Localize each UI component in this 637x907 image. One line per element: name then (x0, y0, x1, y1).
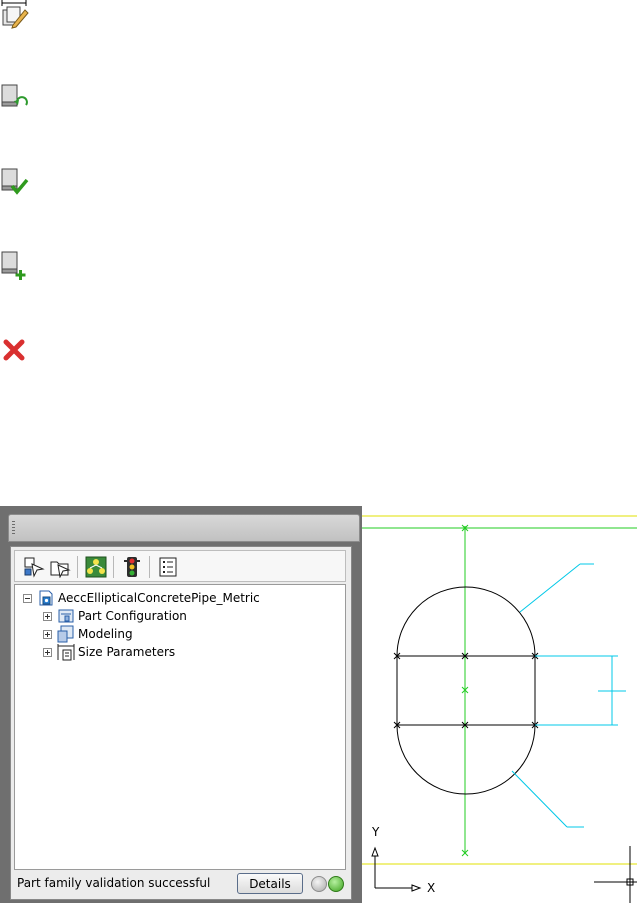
traffic-light-icon[interactable] (121, 556, 143, 578)
icon-legend (0, 0, 60, 380)
modeling-icon (57, 625, 74, 643)
status-light-green (328, 876, 344, 892)
new-part-icon[interactable] (23, 556, 45, 578)
part-builder-panel: AeccEllipticalConcretePipe_Metric Part C… (0, 506, 362, 903)
list-icon[interactable] (157, 556, 179, 578)
details-button[interactable]: Details (237, 873, 303, 894)
drag-grip[interactable] (12, 521, 15, 534)
part-family-icon (39, 590, 53, 606)
delete-icon (3, 339, 25, 361)
status-bar: Part family validation successful Detail… (14, 872, 346, 896)
tree-node-root[interactable]: AeccEllipticalConcretePipe_Metric (23, 589, 260, 607)
part-tree: AeccEllipticalConcretePipe_Metric Part C… (14, 584, 346, 870)
panel-title-bar[interactable] (8, 514, 360, 542)
tree-node-part-configuration[interactable]: Part Configuration (43, 607, 187, 625)
validation-status: Part family validation successful (17, 876, 211, 890)
tree-view-icon[interactable] (85, 556, 107, 578)
dimension-annotations (511, 563, 626, 828)
tree-node-label: Size Parameters (78, 645, 176, 659)
tree-node-modeling[interactable]: Modeling (43, 625, 133, 643)
open-part-icon[interactable] (49, 556, 71, 578)
refresh-part-icon (1, 84, 28, 107)
size-parameters-icon (57, 644, 75, 661)
edit-part-icon (1, 0, 29, 29)
tree-node-label: AeccEllipticalConcretePipe_Metric (58, 591, 260, 605)
toolbar-separator (113, 556, 114, 578)
crosshair-cursor (594, 846, 637, 903)
toolbar-separator (149, 556, 150, 578)
add-part-icon (1, 251, 26, 280)
expand-icon[interactable] (43, 647, 52, 657)
expand-icon[interactable] (43, 611, 52, 621)
collapse-icon[interactable] (23, 593, 32, 603)
panel-toolbar (14, 550, 346, 582)
tree-node-size-parameters[interactable]: Size Parameters (43, 643, 175, 661)
ucs-y-label: Y (371, 825, 380, 839)
expand-icon[interactable] (43, 629, 52, 639)
ucs-icon (371, 846, 422, 892)
drawing-viewport[interactable]: Y X (362, 506, 637, 903)
status-light-gray (311, 876, 327, 892)
tree-node-label: Part Configuration (78, 609, 187, 623)
validate-part-icon (1, 168, 29, 195)
tree-node-label: Modeling (78, 627, 133, 641)
pipe-cross-section-drawing: Y X (362, 515, 637, 903)
toolbar-separator (77, 556, 78, 578)
configuration-icon (58, 609, 74, 623)
ucs-x-label: X (427, 881, 435, 895)
panel-content: AeccEllipticalConcretePipe_Metric Part C… (10, 546, 352, 900)
